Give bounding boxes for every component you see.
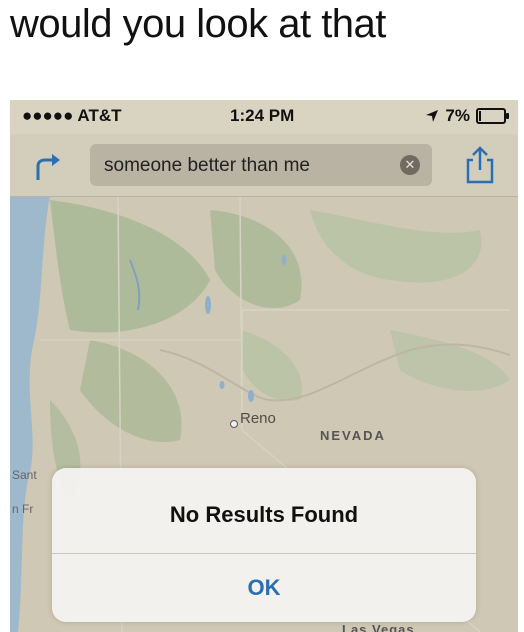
- directions-arrow-icon[interactable]: [28, 146, 68, 186]
- map-label-reno: Reno: [240, 410, 276, 427]
- map-label-nevada: NEVADA: [320, 428, 386, 443]
- maps-nav-bar: someone better than me ✕: [10, 134, 518, 197]
- status-bar: ●●●●● AT&T 1:24 PM 7%: [10, 100, 518, 134]
- status-time: 1:24 PM: [230, 106, 295, 125]
- status-right: 7%: [425, 106, 509, 126]
- battery-level: [479, 111, 481, 121]
- ok-button[interactable]: OK: [52, 554, 476, 622]
- phone-screenshot: Reno NEVADA Sant n Fr Las Vegas ●●●●● AT…: [10, 100, 518, 632]
- clear-icon[interactable]: ✕: [400, 155, 420, 175]
- battery-percent: 7%: [445, 106, 470, 125]
- location-arrow-icon: [426, 110, 439, 122]
- search-query-text[interactable]: someone better than me: [104, 155, 310, 177]
- alert-dialog: No Results Found OK: [52, 468, 476, 622]
- map-label-las-vegas: Las Vegas: [342, 622, 415, 632]
- map-label-sant: Sant: [12, 468, 37, 482]
- search-field[interactable]: someone better than me ✕: [90, 144, 432, 186]
- alert-title: No Results Found: [169, 502, 359, 527]
- reno-marker[interactable]: [230, 420, 238, 428]
- carrier-signal: ●●●●● AT&T: [22, 106, 122, 125]
- map-label-nfr: n Fr: [12, 502, 34, 516]
- meme-caption: would you look at that: [10, 2, 386, 46]
- battery-icon: [476, 108, 509, 124]
- share-icon[interactable]: [460, 144, 500, 186]
